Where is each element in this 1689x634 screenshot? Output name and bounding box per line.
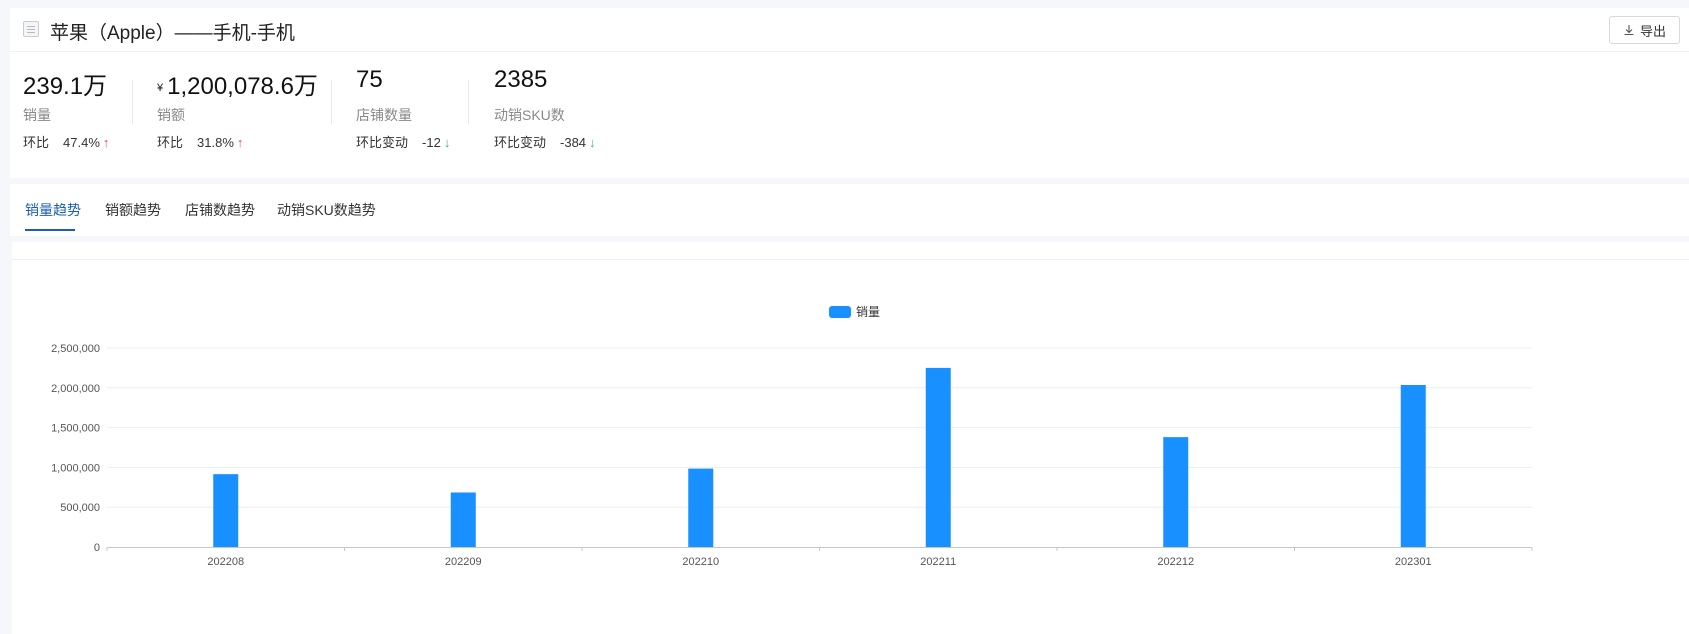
metric-divider xyxy=(468,80,469,124)
arrow-down-icon: ↓ xyxy=(589,135,596,150)
compare-label: 环比 xyxy=(23,135,50,150)
tab-sales-amount-trend[interactable]: 销额趋势 xyxy=(105,200,161,220)
x-tick-label: 202209 xyxy=(445,556,482,568)
currency-symbol: ¥ xyxy=(157,82,164,94)
y-tick-label: 1,000,000 xyxy=(51,462,100,474)
tab-sales-volume-trend[interactable]: 销量趋势 xyxy=(25,200,81,220)
metric-value: 2385 xyxy=(494,66,548,93)
bar-202212[interactable] xyxy=(1163,437,1189,547)
x-tick-label: 202301 xyxy=(1395,556,1432,568)
metric-compare: 环比变动 -384 ↓ xyxy=(494,132,596,151)
y-tick-label: 500,000 xyxy=(60,502,100,514)
y-tick-label: 1,500,000 xyxy=(51,423,100,435)
chart-card: 销量 0 500,000 1,000,000 1,500,000 2,000,000 2,… xyxy=(12,242,1689,634)
export-label: 导出 xyxy=(1639,23,1666,39)
download-icon xyxy=(1624,25,1634,36)
arrow-up-icon: ↑ xyxy=(236,135,244,150)
document-icon xyxy=(23,21,39,37)
metric-label: 动销SKU数 xyxy=(494,107,565,123)
tab-active-sku-trend[interactable]: 动销SKU数趋势 xyxy=(277,200,376,220)
metric-divider xyxy=(331,80,332,124)
metric-value: 75 xyxy=(356,66,383,93)
metric-label: 销额 xyxy=(157,107,185,123)
metric-compare: 环比 31.8% ↑ xyxy=(157,132,243,151)
bar-202208[interactable] xyxy=(213,474,239,547)
y-tick-label: 2,500,000 xyxy=(51,343,100,355)
compare-value: -12 xyxy=(422,135,441,150)
compare-value: 47.4% xyxy=(63,135,100,150)
bar-202211[interactable] xyxy=(925,367,951,547)
metric-divider xyxy=(132,80,133,124)
compare-value: 31.8% xyxy=(197,135,234,150)
bar-202301[interactable] xyxy=(1400,385,1426,547)
bar-chart: 0 500,000 1,000,000 1,500,000 2,000,000 2,500… xyxy=(51,343,1533,568)
metric-label: 销量 xyxy=(23,107,51,123)
compare-label: 环比 xyxy=(157,135,184,150)
y-tick-label: 0 xyxy=(94,542,100,554)
metric-compare: 环比 47.4% ↑ xyxy=(23,132,109,151)
bar-202210[interactable] xyxy=(688,468,714,547)
tab-store-count-trend[interactable]: 店铺数趋势 xyxy=(185,200,255,220)
x-tick-label: 202210 xyxy=(682,556,719,568)
summary-card: 苹果（Apple）——手机-手机 导出 239.1万 销量 环比 47.4% ↑ ¥… xyxy=(10,8,1689,178)
metric-value-text: 1,200,078.6万 xyxy=(167,73,318,100)
x-tick-label: 202208 xyxy=(207,556,244,568)
title-bar: 苹果（Apple）——手机-手机 导出 xyxy=(10,8,1689,52)
trend-tabs: 销量趋势 销额趋势 店铺数趋势 动销SKU数趋势 xyxy=(10,184,1689,236)
metric-value: 239.1万 xyxy=(23,73,108,100)
arrow-down-icon: ↓ xyxy=(443,135,451,150)
x-tick-label: 202211 xyxy=(920,556,956,568)
metric-value: ¥1,200,078.6万 xyxy=(157,66,318,101)
metric-label: 店铺数量 xyxy=(356,107,412,123)
y-tick-label: 2,000,000 xyxy=(51,383,100,395)
x-tick-label: 202212 xyxy=(1157,556,1194,568)
active-tab-indicator xyxy=(25,229,75,231)
compare-label: 环比变动 xyxy=(356,135,409,150)
metric-compare: 环比变动 -12 ↓ xyxy=(356,132,450,151)
page-title: 苹果（Apple）——手机-手机 xyxy=(50,23,295,44)
compare-label: 环比变动 xyxy=(494,135,547,150)
bar-202209[interactable] xyxy=(450,492,476,547)
export-button[interactable]: 导出 xyxy=(1609,16,1680,44)
arrow-up-icon: ↑ xyxy=(102,135,110,150)
compare-value: -384 xyxy=(560,135,587,150)
